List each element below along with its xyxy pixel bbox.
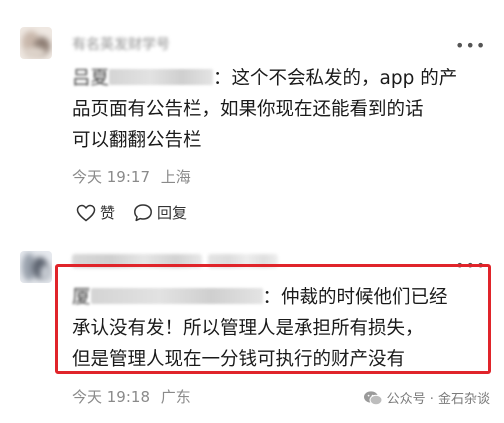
avatar[interactable] xyxy=(20,27,52,59)
avatar[interactable] xyxy=(20,251,52,283)
wechat-icon xyxy=(363,390,383,405)
reply-label: 回复 xyxy=(157,204,188,222)
speech-bubble-icon xyxy=(134,204,152,222)
comment-text: 吕夏 ：这个不会私发的，app 的产 品页面有公告栏，如果你现在还能看到的话 可以… xyxy=(72,63,492,156)
comment-location: 上海 xyxy=(160,168,191,186)
comment-text-line3: 可以翻翻公告栏 xyxy=(72,130,202,151)
comment-time: 今天 19:18 xyxy=(72,388,150,406)
comment-text: 厦 ：仲裁的时候他们已经 承认没有发！所以管理人是承担所有损失， 但是管理人现在一… xyxy=(72,282,492,375)
comment-text-line1: ：仲裁的时候他们已经 xyxy=(262,287,448,308)
heart-icon xyxy=(76,204,96,221)
name-blur xyxy=(90,288,263,304)
reply-to-name[interactable]: 吕夏 xyxy=(72,68,109,89)
comment-actions: 赞 回复 xyxy=(76,202,205,223)
reply-to-name[interactable]: 厦 xyxy=(72,287,91,308)
comment-text-line1: ：这个不会私发的，app 的产 xyxy=(213,68,458,89)
comment-text-line2: 品页面有公告栏，如果你现在还能看到的话 xyxy=(72,99,424,120)
comment-text-line2: 承认没有发！所以管理人是承担所有损失， xyxy=(72,318,424,339)
watermark: 公众号 · 金石杂谈 xyxy=(363,388,490,407)
comment-meta: 今天 19:18 广东 xyxy=(72,386,191,407)
like-button[interactable]: 赞 xyxy=(76,202,115,223)
comment-item: 有名英发财学号 ••• 吕夏 ：这个不会私发的，app 的产 品页面有公告栏，如果… xyxy=(0,0,504,240)
like-label: 赞 xyxy=(100,204,116,222)
comment-location: 广东 xyxy=(160,388,191,406)
comment-meta: 今天 19:17 上海 xyxy=(72,166,191,187)
reply-button[interactable]: 回复 xyxy=(133,202,187,223)
watermark-text: 公众号 · 金石杂谈 xyxy=(386,392,490,407)
username[interactable]: 有名英发财学号 xyxy=(72,34,170,54)
comment-text-line3: 但是管理人现在一分钱可执行的财产没有 xyxy=(72,349,406,370)
comment-time: 今天 19:17 xyxy=(72,168,150,186)
name-blur xyxy=(109,69,214,85)
more-dots-icon[interactable]: ••• xyxy=(455,38,486,54)
